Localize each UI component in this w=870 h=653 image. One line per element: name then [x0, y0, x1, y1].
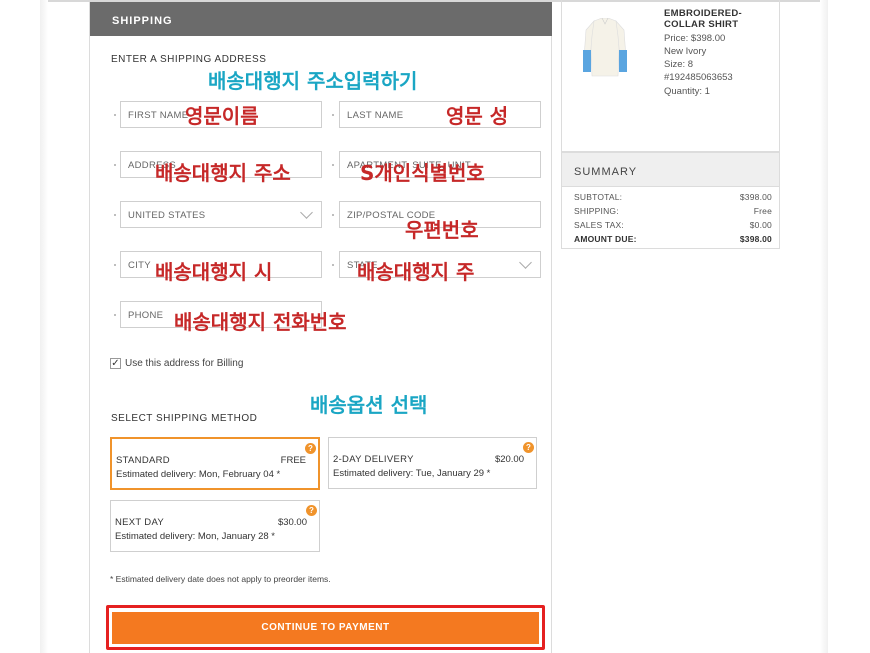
annotation-last-name: 영문 성	[446, 104, 509, 128]
shipping-option-next-day[interactable]: NEXT DAY $30.00 Estimated delivery: Mon,…	[110, 500, 320, 552]
product-name-line2: COLLAR SHIRT	[664, 19, 739, 30]
summary-row-amount-due: AMOUNT DUE: $398.00	[574, 234, 772, 244]
product-price: Price: $398.00	[664, 33, 726, 44]
summary-value: $398.00	[739, 192, 772, 202]
annotation-first-name: 영문이름	[185, 104, 259, 128]
field-bullet	[332, 264, 334, 266]
country-select[interactable]: UNITED STATES	[120, 201, 322, 228]
field-bullet	[114, 214, 116, 216]
method-price: $20.00	[494, 454, 524, 465]
shipping-option-standard[interactable]: STANDARD FREE Estimated delivery: Mon, F…	[110, 437, 320, 490]
field-bullet	[332, 114, 334, 116]
field-bullet	[114, 164, 116, 166]
method-name: 2-DAY DELIVERY	[333, 454, 414, 465]
field-bullet	[332, 214, 334, 216]
summary-title: SUMMARY	[562, 153, 779, 187]
field-bullet	[114, 114, 116, 116]
summary-label: SUBTOTAL:	[574, 192, 623, 202]
chevron-down-icon	[519, 256, 532, 269]
last-name-input[interactable]: LAST NAME	[339, 101, 541, 128]
right-shadow	[820, 0, 828, 653]
summary-value: Free	[753, 206, 772, 216]
method-eta: Estimated delivery: Tue, January 29 *	[333, 468, 491, 479]
continue-highlight: CONTINUE TO PAYMENT	[106, 605, 545, 650]
annotation-city: 배송대행지 시	[155, 260, 273, 284]
shipping-header: SHIPPING	[90, 2, 552, 36]
screenshot-frame: SHIPPING ENTER A SHIPPING ADDRESS FIRST …	[0, 0, 870, 653]
method-name: STANDARD	[116, 455, 170, 466]
help-icon[interactable]: ?	[305, 443, 316, 454]
product-name-line1: EMBROIDERED-	[664, 8, 743, 19]
cart-item: EMBROIDERED- COLLAR SHIRT Price: $398.00…	[561, 0, 780, 152]
summary-value: $398.00	[739, 234, 772, 244]
summary-row-shipping: SHIPPING: Free	[574, 206, 772, 216]
summary-label: AMOUNT DUE:	[574, 234, 637, 244]
continue-to-payment-button[interactable]: CONTINUE TO PAYMENT	[112, 612, 539, 644]
summary-label: SALES TAX:	[574, 220, 624, 230]
order-summary: SUMMARY SUBTOTAL: $398.00 SHIPPING: Free…	[561, 152, 780, 249]
address-section-label: ENTER A SHIPPING ADDRESS	[111, 54, 267, 65]
product-sku: #192485063653	[664, 72, 733, 83]
field-bullet	[114, 264, 116, 266]
method-eta: Estimated delivery: Mon, February 04 *	[116, 469, 281, 480]
billing-checkbox[interactable]: ✓	[110, 358, 121, 369]
method-price: $30.00	[277, 517, 307, 528]
chevron-down-icon	[300, 206, 313, 219]
shipping-method-label: SELECT SHIPPING METHOD	[111, 413, 258, 424]
product-image[interactable]	[580, 18, 630, 78]
method-price: FREE	[280, 455, 306, 466]
shipping-option-2day[interactable]: 2-DAY DELIVERY $20.00 Estimated delivery…	[328, 437, 537, 489]
annotation-apartment: S개인식별번호	[360, 161, 485, 185]
annotation-phone: 배송대행지 전화번호	[174, 310, 347, 334]
annotation-zip: 우편번호	[405, 218, 479, 242]
help-icon[interactable]: ?	[523, 442, 534, 453]
method-eta: Estimated delivery: Mon, January 28 *	[115, 531, 275, 542]
product-name[interactable]: EMBROIDERED- COLLAR SHIRT	[664, 8, 742, 30]
delivery-footnote: * Estimated delivery date does not apply…	[110, 574, 331, 584]
annotation-address-input: 배송대행지 주소입력하기	[208, 69, 418, 93]
left-shadow	[40, 0, 48, 653]
summary-row-subtotal: SUBTOTAL: $398.00	[574, 192, 772, 202]
summary-label: SHIPPING:	[574, 206, 619, 216]
annotation-state: 배송대행지 주	[357, 260, 475, 284]
country-value: UNITED STATES	[128, 210, 206, 221]
method-name: NEXT DAY	[115, 517, 165, 528]
field-bullet	[332, 164, 334, 166]
help-icon[interactable]: ?	[306, 505, 317, 516]
summary-value: $0.00	[749, 220, 772, 230]
summary-row-tax: SALES TAX: $0.00	[574, 220, 772, 230]
annotation-address: 배송대행지 주소	[155, 161, 291, 185]
product-color: New Ivory	[664, 46, 707, 57]
field-bullet	[114, 314, 116, 316]
product-size: Size: 8	[664, 59, 694, 70]
billing-checkbox-label: Use this address for Billing	[125, 358, 244, 369]
annotation-shipping-option: 배송옵션 선택	[310, 393, 428, 417]
product-quantity: Quantity: 1	[664, 86, 710, 97]
